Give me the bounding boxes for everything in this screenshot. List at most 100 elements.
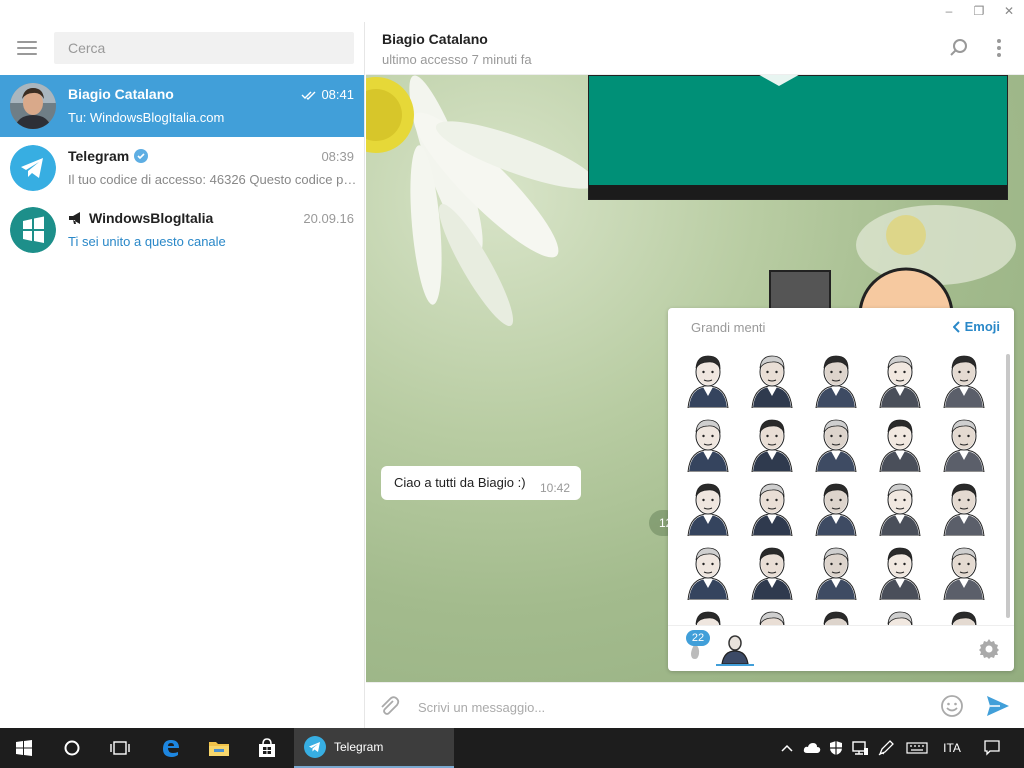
network-monitor-icon bbox=[852, 741, 868, 755]
keyboard-icon bbox=[906, 742, 928, 754]
edge-browser-icon bbox=[163, 740, 179, 757]
sticker-item[interactable] bbox=[744, 350, 800, 408]
chat-name: WindowsBlogItalia bbox=[89, 210, 214, 226]
sticker-item[interactable] bbox=[872, 542, 928, 600]
sticker-item[interactable] bbox=[808, 414, 864, 472]
chat-preview: Ti sei unito a questo canale bbox=[68, 234, 226, 249]
verified-badge-icon bbox=[134, 149, 149, 163]
message-text: Ciao a tutti da Biagio :) bbox=[394, 475, 526, 490]
sticker-item[interactable] bbox=[872, 478, 928, 536]
windows-logo-icon bbox=[16, 740, 32, 756]
paperclip-icon[interactable] bbox=[378, 695, 400, 717]
sticker-item[interactable] bbox=[872, 350, 928, 408]
chat-header: Biagio Catalano ultimo accesso 7 minuti … bbox=[366, 22, 1024, 75]
sticker-item[interactable] bbox=[680, 414, 736, 472]
chat-preview: Il tuo codice di accesso: 46326 Questo c… bbox=[68, 172, 358, 187]
chat-list-panel: Biagio Catalano 08:41 Tu: WindowsBlogIta… bbox=[0, 22, 365, 728]
onedrive-tray-button[interactable] bbox=[800, 728, 824, 768]
menu-icon[interactable] bbox=[17, 41, 37, 55]
search-input[interactable] bbox=[54, 32, 354, 64]
sticker-item[interactable] bbox=[872, 606, 928, 625]
sticker-scrollbar[interactable] bbox=[1006, 354, 1010, 618]
sticker-item[interactable] bbox=[936, 542, 992, 600]
task-view-button[interactable] bbox=[96, 728, 144, 768]
chat-item-windowsblogitalia[interactable]: WindowsBlogItalia 20.09.16 Ti sei unito … bbox=[0, 199, 364, 261]
sticker-pack-tab[interactable] bbox=[716, 632, 754, 666]
sticker-item[interactable] bbox=[808, 350, 864, 408]
restore-button[interactable]: ❐ bbox=[964, 0, 994, 22]
chat-name: Biagio Catalano bbox=[68, 86, 174, 102]
recent-count-badge: 22 bbox=[686, 630, 710, 646]
action-center-button[interactable] bbox=[978, 728, 1006, 768]
peer-status: ultimo accesso 7 minuti fa bbox=[382, 52, 532, 67]
cortana-button[interactable] bbox=[48, 728, 96, 768]
cortana-circle-icon bbox=[64, 740, 80, 756]
notification-icon bbox=[984, 740, 1000, 756]
send-icon[interactable] bbox=[986, 695, 1010, 717]
compose-bar bbox=[366, 682, 1024, 728]
sticker-item[interactable] bbox=[744, 606, 800, 625]
input-language: ITA bbox=[943, 741, 961, 755]
telegram-logo-icon bbox=[304, 736, 326, 758]
sticker-item[interactable] bbox=[936, 350, 992, 408]
sticker-item[interactable] bbox=[808, 606, 864, 625]
chat-time: 08:39 bbox=[321, 149, 354, 164]
windowsblogitalia-logo-icon bbox=[10, 207, 56, 253]
sticker-item[interactable] bbox=[936, 478, 992, 536]
avatar bbox=[10, 83, 56, 129]
message-time: 10:42 bbox=[539, 481, 570, 495]
image-message[interactable] bbox=[588, 75, 1008, 200]
chat-time: 20.09.16 bbox=[303, 211, 354, 226]
sticker-item[interactable] bbox=[744, 478, 800, 536]
show-hidden-icons-button[interactable] bbox=[776, 728, 798, 768]
message-input[interactable] bbox=[418, 695, 918, 719]
taskbar-app-label: Telegram bbox=[334, 740, 384, 754]
peer-name[interactable]: Biagio Catalano bbox=[382, 31, 488, 47]
chevron-up-icon bbox=[781, 744, 793, 752]
chat-item-biagio[interactable]: Biagio Catalano 08:41 Tu: WindowsBlogIta… bbox=[0, 75, 364, 137]
network-tray-button[interactable] bbox=[848, 728, 872, 768]
store-bag-icon bbox=[259, 738, 275, 757]
emoji-tab-link[interactable]: Emoji bbox=[952, 319, 1000, 334]
chat-preview: Tu: WindowsBlogItalia.com bbox=[68, 110, 225, 125]
touch-keyboard-button[interactable] bbox=[902, 728, 932, 768]
telegram-window: ‒ ❐ ✕ Biagio Catalano bbox=[0, 0, 1024, 728]
pen-tray-button[interactable] bbox=[874, 728, 898, 768]
sticker-item[interactable] bbox=[680, 478, 736, 536]
double-check-icon bbox=[301, 91, 316, 100]
defender-tray-button[interactable] bbox=[824, 728, 848, 768]
task-view-icon bbox=[110, 741, 130, 755]
store-button[interactable] bbox=[244, 728, 290, 768]
search-icon[interactable] bbox=[948, 37, 970, 59]
close-button[interactable]: ✕ bbox=[994, 0, 1024, 22]
gear-icon[interactable] bbox=[978, 638, 1000, 660]
edge-button[interactable] bbox=[148, 728, 194, 768]
sticker-item[interactable] bbox=[936, 606, 992, 625]
sticker-item[interactable] bbox=[872, 414, 928, 472]
sticker-item[interactable] bbox=[680, 350, 736, 408]
chat-item-telegram[interactable]: Telegram 08:39 Il tuo codice di accesso:… bbox=[0, 137, 364, 199]
sticker-item[interactable] bbox=[744, 542, 800, 600]
sticker-item[interactable] bbox=[744, 414, 800, 472]
conversation-panel: Biagio Catalano ultimo accesso 7 minuti … bbox=[366, 22, 1024, 728]
minimize-button[interactable]: ‒ bbox=[934, 0, 964, 22]
sticker-item[interactable] bbox=[808, 542, 864, 600]
emoji-smile-icon[interactable] bbox=[940, 694, 964, 718]
more-vertical-icon[interactable] bbox=[988, 37, 1010, 59]
sticker-item[interactable] bbox=[936, 414, 992, 472]
sticker-item[interactable] bbox=[680, 606, 736, 625]
chevron-left-icon bbox=[952, 320, 960, 333]
sticker-panel: Grandi menti Emoji 22 bbox=[668, 308, 1014, 671]
start-button[interactable] bbox=[0, 728, 48, 768]
message-bubble[interactable]: Ciao a tutti da Biagio :) 10:42 bbox=[381, 466, 581, 500]
folder-icon bbox=[209, 742, 229, 756]
input-language-button[interactable]: ITA bbox=[936, 728, 968, 768]
taskbar-telegram-app[interactable]: Telegram bbox=[294, 728, 454, 768]
chat-time: 08:41 bbox=[321, 87, 354, 102]
sticker-panel-footer: 22 bbox=[668, 625, 1014, 671]
daisy-wallpaper-decoration bbox=[366, 75, 597, 327]
pen-icon bbox=[878, 740, 894, 756]
sticker-item[interactable] bbox=[808, 478, 864, 536]
sticker-item[interactable] bbox=[680, 542, 736, 600]
file-explorer-button[interactable] bbox=[196, 728, 242, 768]
